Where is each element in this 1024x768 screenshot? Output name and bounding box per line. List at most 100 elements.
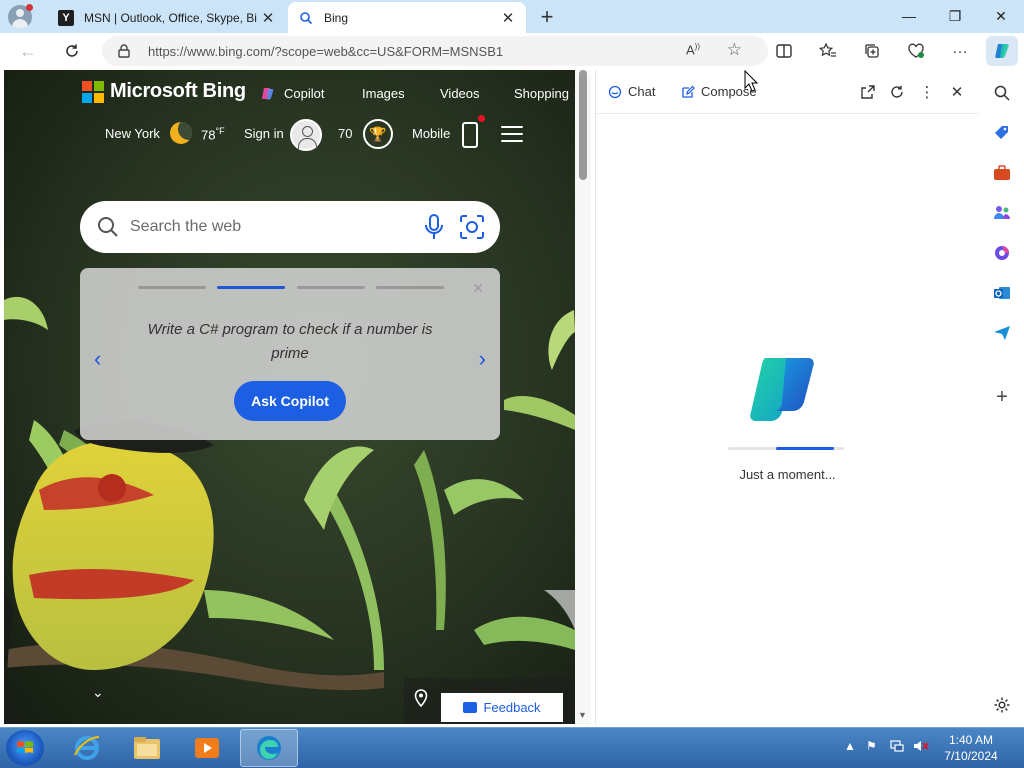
page-scrollbar[interactable]: ▼ [575,70,591,724]
weather-city[interactable]: New York [105,126,160,141]
visual-search-icon[interactable] [458,213,486,241]
nav-images[interactable]: Images [362,86,405,101]
weather-temp[interactable]: 78°F [201,126,225,142]
loading-progress-bar [728,447,844,450]
weather-temp-value: 78 [201,127,216,143]
tab-title: Bing [324,10,349,25]
carousel-dot[interactable] [296,286,365,289]
chevron-left-icon[interactable]: ‹ [94,346,101,372]
close-pane-icon[interactable]: ✕ [947,82,967,102]
refresh-button[interactable] [58,37,86,65]
bing-brand[interactable]: Microsoft Bing [110,80,246,103]
network-icon[interactable] [890,739,904,756]
tools-briefcase-icon[interactable] [991,162,1013,184]
read-aloud-icon[interactable]: A)) [686,42,700,57]
tab-bing[interactable]: Bing ✕ [288,2,526,33]
chevron-down-icon[interactable]: ⌄ [92,684,104,701]
ask-copilot-button[interactable]: Ask Copilot [234,381,346,421]
carousel-dot-active[interactable] [217,286,286,289]
nav-videos[interactable]: Videos [440,86,480,101]
copilot-nav-icon [262,88,274,100]
carousel-dot[interactable] [138,286,206,289]
more-options-icon[interactable]: ⋮ [917,82,937,102]
windows-taskbar: ▲ ⚑ 1:40 AM 7/10/2024 [0,727,1024,768]
restore-button[interactable]: ❐ [932,0,978,32]
search-box[interactable]: Search the web [80,201,500,253]
favorite-star-icon[interactable]: ☆ [727,40,742,60]
split-screen-icon[interactable] [772,39,796,63]
microphone-icon[interactable] [424,214,444,240]
tab-chat[interactable]: Chat [608,84,655,99]
mouse-cursor-icon [744,70,758,92]
sign-in-link[interactable]: Sign in [244,126,284,141]
chevron-right-icon[interactable]: › [479,346,486,372]
profile-notification-dot [26,4,33,11]
more-menu-icon[interactable]: ··· [948,39,972,63]
lock-icon[interactable] [118,44,134,58]
internet-explorer-icon[interactable] [58,729,116,767]
drop-send-icon[interactable] [991,322,1013,344]
open-in-new-tab-icon[interactable] [858,82,878,102]
rewards-points[interactable]: 70 [338,126,352,141]
close-tab-icon[interactable]: ✕ [258,8,278,28]
edge-taskbar-icon[interactable] [240,729,298,767]
moon-weather-icon[interactable] [170,122,192,144]
mobile-phone-icon[interactable] [462,122,478,148]
copilot-toolbar-button[interactable] [986,36,1018,66]
outlook-icon[interactable] [991,282,1013,304]
carousel-indicators [138,286,444,290]
carousel-dot[interactable] [375,286,444,289]
hamburger-menu-icon[interactable] [501,126,523,142]
back-button[interactable]: ← [14,37,42,65]
show-hidden-icons-icon[interactable]: ▲ [844,739,856,753]
close-icon[interactable]: ✕ [472,280,484,297]
favorites-icon[interactable] [816,39,840,63]
url-text[interactable]: https://www.bing.com/?scope=web&cc=US&FO… [148,44,503,59]
system-clock[interactable]: 1:40 AM 7/10/2024 [938,732,1004,764]
file-explorer-icon[interactable] [118,729,176,767]
notification-dot [478,115,485,122]
feedback-button[interactable]: Feedback [441,693,563,722]
scroll-down-arrow-icon[interactable]: ▼ [578,710,587,720]
address-bar[interactable]: https://www.bing.com/?scope=web&cc=US&FO… [102,36,768,66]
bing-search-icon [298,10,314,26]
shopping-tag-icon[interactable] [991,122,1013,144]
copilot-prompt-carousel: ✕ ‹ Write a C# program to check if a num… [80,268,500,440]
microsoft-logo-icon[interactable] [82,81,104,103]
user-avatar-icon[interactable] [290,119,322,151]
bing-homepage: Microsoft Bing Copilot Images Videos Sho… [4,70,575,724]
copilot-logo-icon [750,358,814,421]
tab-msn[interactable]: Y MSN | Outlook, Office, Skype, Bi ✕ [48,2,286,33]
close-window-button[interactable]: ✕ [978,0,1024,32]
volume-muted-icon[interactable] [913,739,929,756]
sidebar-settings-gear-icon[interactable] [991,694,1013,716]
nav-copilot[interactable]: Copilot [284,86,324,101]
scrollbar-thumb[interactable] [579,70,587,180]
nav-shopping[interactable]: Shopping [514,86,569,101]
games-people-icon[interactable] [991,202,1013,224]
rewards-trophy-icon[interactable]: 🏆 [363,119,393,149]
search-input[interactable]: Search the web [130,218,241,236]
close-tab-icon[interactable]: ✕ [498,8,518,28]
feedback-label: Feedback [483,700,541,715]
search-icon[interactable] [991,82,1013,104]
search-icon [98,217,118,237]
refresh-icon[interactable] [887,82,907,102]
media-player-icon[interactable] [178,729,236,767]
microsoft365-icon[interactable] [991,242,1013,264]
location-pin-icon [414,689,428,707]
add-sidebar-app-icon[interactable]: + [991,386,1013,408]
new-tab-button[interactable]: + [534,4,560,30]
tab-chat-label: Chat [628,84,656,99]
start-button[interactable] [6,730,44,766]
collections-icon[interactable] [860,39,884,63]
browser-essentials-icon[interactable] [904,39,928,63]
mobile-link[interactable]: Mobile [412,126,450,141]
compose-icon [682,85,695,98]
minimize-button[interactable]: — [886,0,932,32]
action-center-flag-icon[interactable]: ⚑ [866,739,877,753]
weather-unit: °F [215,126,225,136]
pane-header: Chat Compose ⋮ ✕ [596,70,979,114]
msn-icon: Y [58,9,74,26]
clock-date: 7/10/2024 [944,749,998,763]
